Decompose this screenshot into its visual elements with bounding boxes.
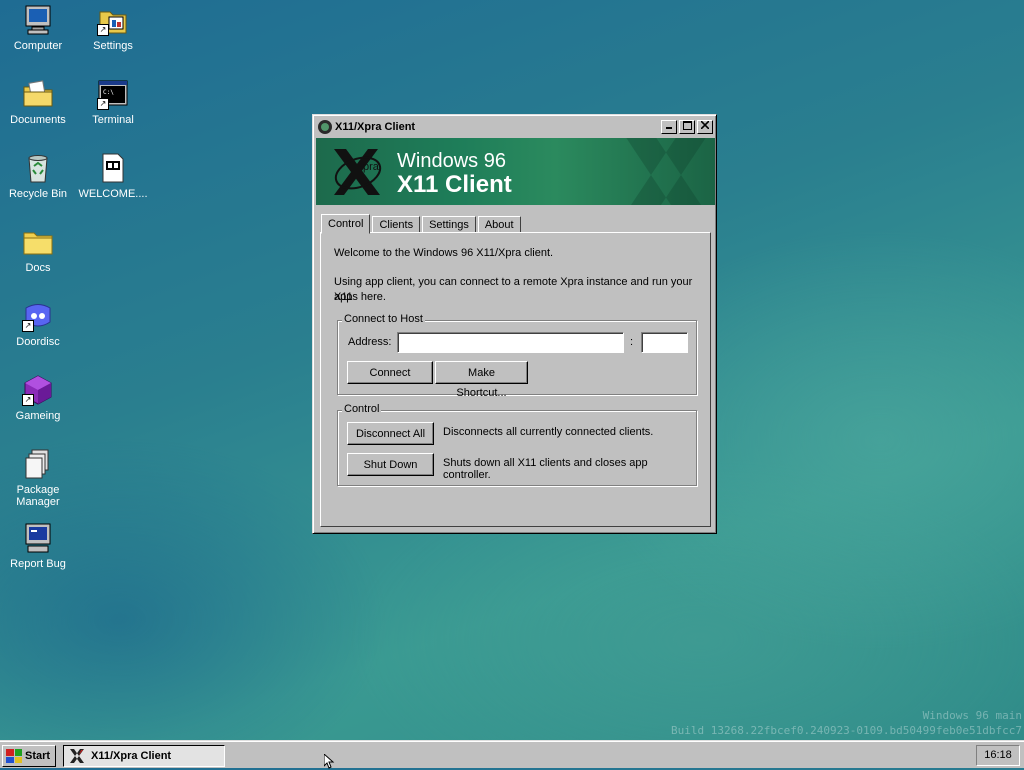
desktop-icon-gameing[interactable]: ↗ Gameing — [0, 374, 76, 422]
window-title: X11/Xpra Client — [335, 121, 416, 133]
shut-down-description: Shuts down all X11 clients and closes ap… — [443, 457, 648, 481]
connect-to-host-group: Connect to Host Address: : Connect Make … — [337, 313, 697, 399]
desktop-icon-documents[interactable]: Documents — [0, 78, 76, 126]
disconnect-all-description: Disconnects all currently connected clie… — [443, 426, 654, 438]
minimize-button[interactable] — [661, 120, 677, 134]
desktop-icon-recycle-bin[interactable]: Recycle Bin — [0, 152, 76, 200]
xpra-app-icon — [318, 120, 332, 134]
computer-icon — [22, 4, 54, 36]
taskbar-item-x11-client[interactable]: X11/Xpra Client — [63, 745, 225, 767]
taskbar: Start X11/Xpra Client 16:18 — [0, 740, 1024, 768]
control-tab-panel: Welcome to the Windows 96 X11/Xpra clien… — [320, 232, 711, 527]
tab-strip: Control Clients Settings About — [321, 213, 523, 234]
welcome-document-icon — [97, 152, 129, 184]
welcome-text: Welcome to the Windows 96 X11/Xpra clien… — [334, 247, 554, 259]
build-watermark-line2: Build 13268.22fbcef0.240923-0109.bd50499… — [671, 724, 1022, 737]
banner-title-line2: X11 Client — [397, 171, 512, 198]
xpra-logo-icon: pra — [334, 149, 382, 195]
start-button[interactable]: Start — [2, 745, 56, 767]
system-tray-clock[interactable]: 16:18 — [976, 745, 1020, 766]
banner-title-line1: Windows 96 — [397, 150, 506, 172]
close-button[interactable] — [697, 120, 713, 134]
banner-background-x-icon — [626, 138, 706, 205]
shut-down-button[interactable]: Shut Down — [347, 453, 434, 476]
app-banner: pra Windows 96 X11 Client — [316, 138, 715, 205]
desktop-icon-computer[interactable]: Computer — [0, 4, 76, 52]
build-watermark-line1: Windows 96 main — [922, 709, 1022, 722]
tab-about[interactable]: About — [477, 216, 521, 233]
desktop-icon-docs[interactable]: Docs — [0, 226, 76, 274]
taskbar-item-label: X11/Xpra Client — [91, 750, 172, 762]
x11-client-window[interactable]: X11/Xpra Client pra Windows 96 X11 Clien… — [312, 114, 717, 534]
desktop-icon-package-manager[interactable]: Package Manager — [0, 448, 76, 508]
folder-icon — [22, 226, 54, 258]
package-manager-icon — [22, 448, 54, 480]
disconnect-all-button[interactable]: Disconnect All — [347, 422, 434, 445]
tab-control[interactable]: Control — [321, 214, 371, 234]
intro-text-line2: apps here. — [334, 291, 386, 303]
recycle-bin-icon — [22, 152, 54, 184]
start-logo-icon — [6, 749, 22, 763]
address-label: Address: — [348, 336, 392, 348]
terminal-icon: C:\ ↗ — [97, 78, 129, 110]
make-shortcut-button[interactable]: Make Shortcut... — [435, 361, 528, 399]
tab-settings[interactable]: Settings — [422, 216, 476, 233]
settings-icon: ↗ — [97, 4, 129, 36]
xpra-task-icon — [70, 749, 84, 763]
report-bug-icon — [22, 522, 54, 554]
control-group-label: Control — [342, 403, 382, 415]
start-label: Start — [25, 750, 51, 762]
maximize-button[interactable] — [679, 120, 695, 134]
window-titlebar[interactable]: X11/Xpra Client — [316, 118, 713, 136]
desktop-icon-terminal[interactable]: C:\ ↗ Terminal — [75, 78, 151, 126]
connect-button[interactable]: Connect — [347, 361, 433, 384]
control-group: Control Disconnect All Disconnects all c… — [337, 403, 697, 486]
svg-text:C:\: C:\ — [103, 89, 114, 96]
port-separator: : — [630, 336, 634, 348]
documents-folder-icon — [22, 78, 54, 110]
desktop-icon-welcome[interactable]: WELCOME.... — [75, 152, 151, 200]
desktop-icon-report-bug[interactable]: Report Bug — [0, 522, 76, 570]
desktop-icon-settings[interactable]: ↗ Settings — [75, 4, 151, 52]
port-input[interactable] — [641, 332, 688, 353]
svg-text:pra: pra — [363, 161, 380, 173]
address-input[interactable] — [397, 332, 624, 353]
desktop-icon-doordisc[interactable]: ↗ Doordisc — [0, 300, 76, 348]
tab-clients[interactable]: Clients — [372, 216, 421, 233]
doordisc-icon: ↗ — [22, 300, 54, 332]
gameing-icon: ↗ — [22, 374, 54, 406]
intro-text-line1: Using app client, you can connect to a r… — [334, 276, 693, 303]
connect-group-label: Connect to Host — [342, 313, 425, 325]
